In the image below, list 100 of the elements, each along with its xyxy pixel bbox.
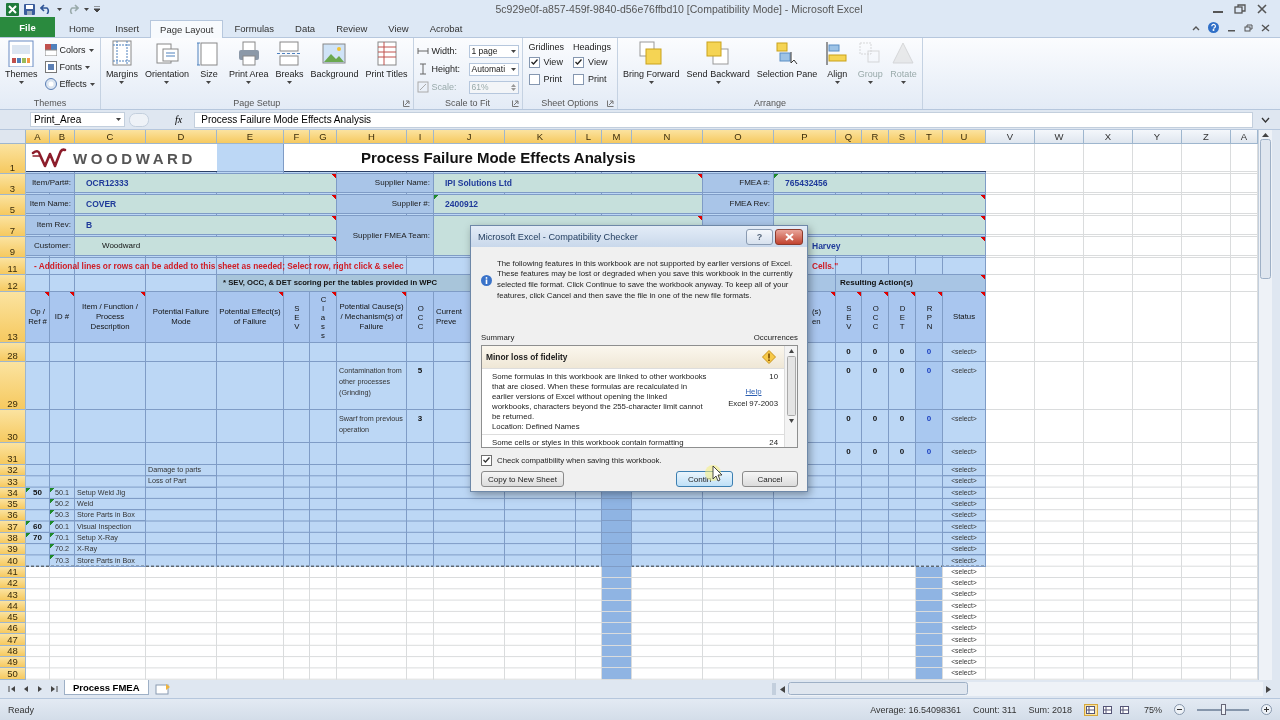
caret-icon[interactable] — [164, 81, 170, 84]
save-icon[interactable] — [24, 3, 35, 15]
column-header[interactable]: F — [284, 130, 310, 144]
row-header[interactable]: 3 — [0, 174, 26, 195]
row-header[interactable]: 47 — [0, 634, 26, 646]
ribbon-tab[interactable]: Review — [326, 19, 378, 37]
column-header[interactable]: Y — [1133, 130, 1182, 144]
app-icon[interactable] — [6, 2, 19, 16]
caret-icon[interactable] — [834, 81, 840, 84]
checkbox-label[interactable]: Print — [588, 74, 607, 84]
column-header[interactable]: Q — [836, 130, 862, 144]
column-header[interactable]: O — [703, 130, 774, 144]
row-header[interactable]: 30 — [0, 410, 26, 443]
dialog-launcher-icon[interactable] — [607, 100, 615, 107]
caret-icon[interactable] — [286, 81, 292, 84]
row-header[interactable]: 29 — [0, 362, 26, 410]
column-header[interactable]: G — [310, 130, 337, 144]
ribbon-button[interactable]: Margins — [103, 40, 140, 84]
zoom-in-icon[interactable] — [1261, 704, 1272, 715]
column-header[interactable]: M — [602, 130, 632, 144]
row-header[interactable]: 7 — [0, 216, 26, 237]
caret-icon[interactable] — [88, 48, 94, 52]
sheet-tab[interactable]: Process FMEA — [64, 680, 149, 695]
scroll-right-icon[interactable] — [1266, 685, 1272, 693]
ribbon-button[interactable]: Bring Forward — [621, 40, 682, 84]
column-header[interactable]: E — [217, 130, 284, 144]
checkbox[interactable] — [528, 56, 540, 68]
column-header[interactable]: I — [407, 130, 434, 144]
caret-icon[interactable] — [116, 118, 121, 121]
column-header[interactable]: P — [774, 130, 836, 144]
restore-icon[interactable] — [1234, 4, 1246, 14]
ribbon-button[interactable]: Colors — [42, 43, 97, 57]
help-button[interactable]: ? — [746, 228, 773, 245]
formula-field[interactable]: Process Failure Mode Effects Analysis — [194, 111, 1253, 128]
checkbox-label[interactable]: View — [543, 57, 563, 67]
ribbon-button[interactable]: Print Area — [226, 40, 271, 84]
ribbon-button[interactable]: Background — [308, 40, 361, 79]
zoom-out-icon[interactable] — [1174, 704, 1185, 715]
column-header[interactable]: L — [576, 130, 602, 144]
row-header[interactable]: 9 — [0, 237, 26, 258]
previous-sheet-icon[interactable] — [22, 685, 30, 693]
column-header[interactable]: A — [1231, 130, 1258, 144]
row-header[interactable]: 44 — [0, 600, 26, 612]
caret-icon[interactable] — [648, 81, 654, 84]
dropdown-field[interactable]: Automati — [468, 62, 519, 76]
caret-icon[interactable] — [510, 49, 516, 53]
checkbox-label[interactable]: View — [588, 57, 608, 67]
row-header[interactable]: 5 — [0, 195, 26, 216]
undo-icon[interactable] — [40, 4, 52, 14]
column-header[interactable]: S — [889, 130, 916, 144]
column-header[interactable]: J — [434, 130, 505, 144]
scroll-thumb-icon[interactable] — [786, 356, 796, 416]
close-button[interactable] — [775, 228, 803, 245]
ribbon-button[interactable]: Themes — [3, 40, 40, 84]
row-header[interactable]: 49 — [0, 657, 26, 669]
column-header[interactable]: H — [337, 130, 407, 144]
caret-icon[interactable] — [84, 7, 89, 11]
column-header[interactable]: C — [75, 130, 146, 144]
dropdown-field[interactable]: 1 page — [468, 44, 519, 58]
dialog-button[interactable]: Copy to New Sheet — [481, 471, 564, 487]
ribbon-tab[interactable]: Home — [59, 19, 105, 37]
expand-icon[interactable] — [1261, 116, 1270, 123]
checkbox[interactable] — [481, 454, 492, 466]
view-button[interactable] — [1118, 703, 1132, 716]
column-header[interactable]: Z — [1182, 130, 1231, 144]
column-header[interactable]: U — [943, 130, 986, 144]
ribbon-tab[interactable]: View — [378, 19, 419, 37]
row-header[interactable]: 34 — [0, 487, 26, 499]
checkbox[interactable] — [573, 56, 585, 68]
insert-function-button[interactable]: fx — [153, 114, 191, 125]
row-header[interactable]: 31 — [0, 443, 26, 465]
caret-icon[interactable] — [715, 81, 721, 84]
row-header[interactable]: 12 — [0, 275, 26, 292]
row-header[interactable]: 28 — [0, 343, 26, 362]
close-icon[interactable] — [1261, 23, 1270, 32]
first-sheet-icon[interactable] — [8, 685, 16, 693]
row-header[interactable]: 40 — [0, 555, 26, 567]
row-header[interactable]: 32 — [0, 465, 26, 477]
view-button[interactable] — [1101, 703, 1115, 716]
row-header[interactable]: 13 — [0, 292, 26, 343]
column-header[interactable]: W — [1035, 130, 1084, 144]
zoom-slider-thumb[interactable] — [1221, 703, 1226, 715]
caret-icon[interactable] — [89, 82, 95, 86]
row-header[interactable]: 1 — [0, 144, 26, 174]
row-header[interactable]: 37 — [0, 521, 26, 533]
ribbon-tab[interactable]: Data — [285, 19, 326, 37]
ribbon-tab[interactable]: File — [0, 17, 55, 37]
caret-icon[interactable] — [57, 7, 62, 11]
column-header[interactable]: B — [50, 130, 75, 144]
ribbon-button[interactable]: Align — [822, 40, 853, 84]
ribbon-button[interactable]: Send Backward — [684, 40, 752, 84]
scroll-left-icon[interactable] — [779, 685, 785, 693]
column-header[interactable]: A — [26, 130, 50, 144]
dialog-launcher-icon[interactable] — [402, 100, 410, 107]
checkbox[interactable] — [528, 73, 540, 85]
help-icon[interactable] — [1208, 22, 1219, 33]
collapse-ribbon-icon[interactable] — [1192, 24, 1200, 31]
row-header[interactable]: 43 — [0, 589, 26, 601]
row-header[interactable]: 50 — [0, 668, 26, 680]
column-header[interactable]: T — [916, 130, 943, 144]
